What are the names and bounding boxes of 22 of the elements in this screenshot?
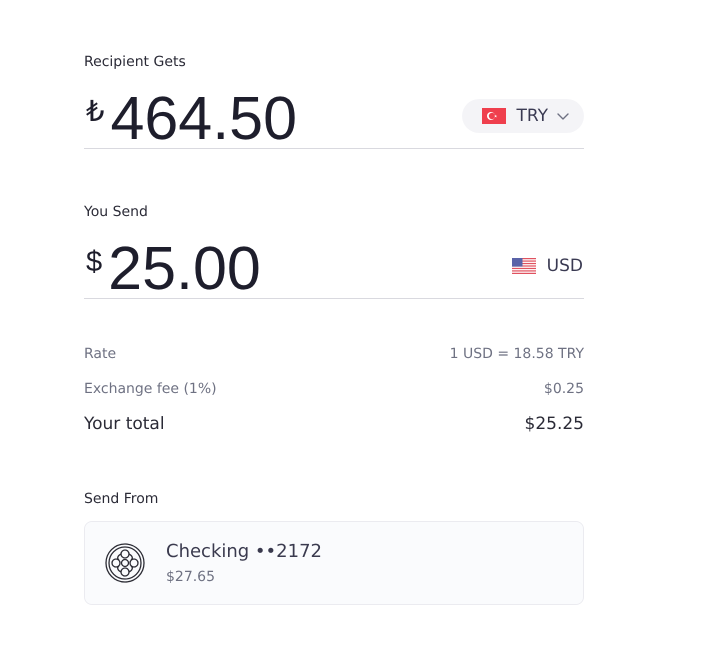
amount-input[interactable]: 25.00 [108,236,261,300]
summary-label: Your total [84,414,165,434]
account-card[interactable]: Checking ••2172 $27.65 [84,521,584,605]
summary-label: Exchange fee (1%) [84,381,217,397]
currency-symbol: ₺ [86,98,104,126]
section-label: Recipient Gets [84,53,186,72]
summary-value: $25.25 [524,414,584,434]
amount-input[interactable]: 464.50 [110,86,298,150]
chevron-down-icon [557,112,569,120]
currency-code: USD [546,256,583,276]
currency-dropdown[interactable]: TRY [462,99,584,133]
flag-icon [512,258,536,274]
summary-label: Rate [84,346,116,362]
currency-symbol: $ [86,248,102,276]
account-name: Checking ••2172 [166,540,322,562]
section-label: You Send [84,203,148,222]
summary-value: $0.25 [544,381,584,397]
summary-value: 1 USD = 18.58 TRY [450,346,584,362]
account-balance: $27.65 [166,568,215,586]
section-label: Send From [84,490,158,509]
ornament-circle-icon [105,543,145,583]
flag-icon [482,108,506,124]
